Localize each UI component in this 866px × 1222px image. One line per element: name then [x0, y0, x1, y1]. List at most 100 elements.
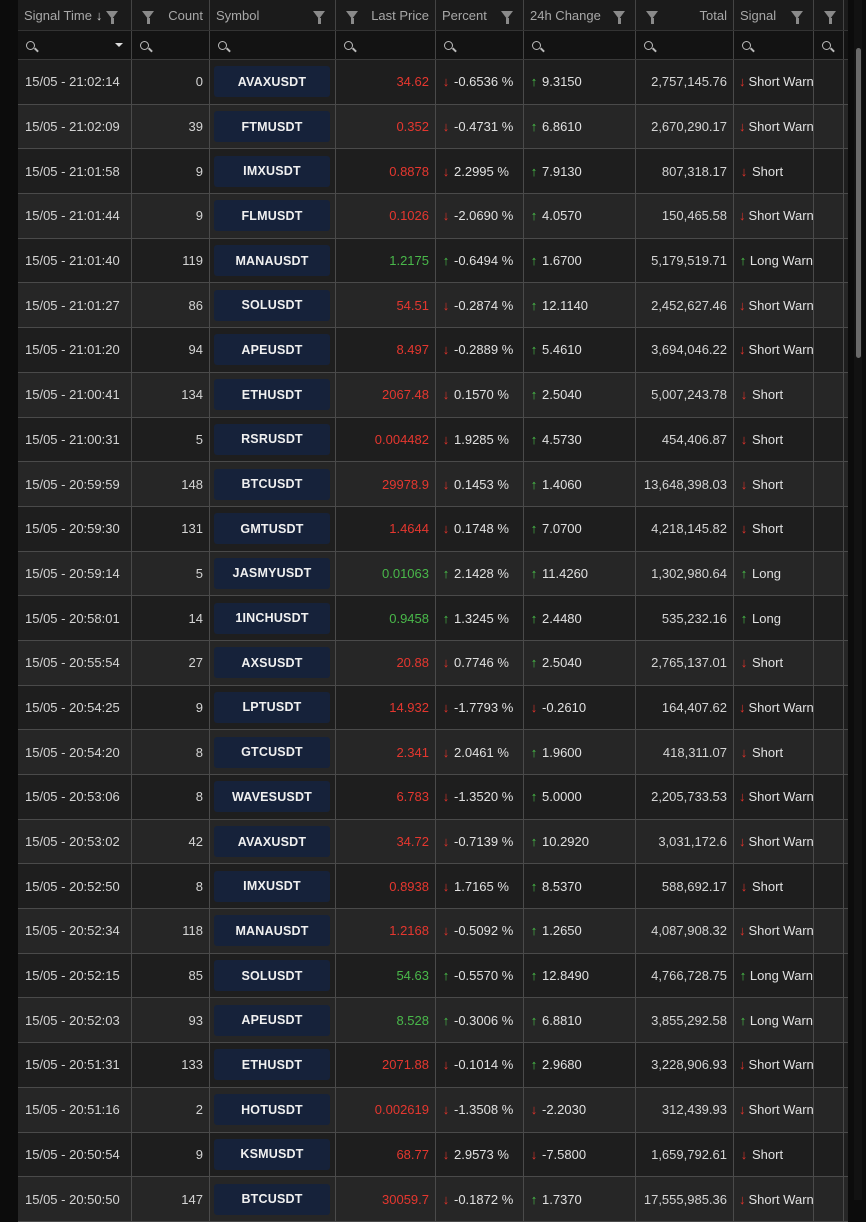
symbol-badge[interactable]: GTCUSDT — [214, 736, 330, 768]
sort-desc-icon[interactable]: ↓ — [96, 8, 103, 23]
table-row[interactable]: 15/05 - 21:01:20 94 APEUSDT 8.497 ↓ -0.2889 %… — [18, 328, 848, 373]
col-header-total[interactable]: Total — [636, 0, 734, 30]
arrow-down-icon: ↓ — [740, 387, 748, 403]
chevron-down-icon[interactable] — [115, 43, 123, 47]
cell-total: 535,232.16 — [636, 596, 734, 640]
signal-value: Short Warn — [748, 1102, 814, 1118]
symbol-badge[interactable]: AXSUSDT — [214, 647, 330, 679]
table-row[interactable]: 15/05 - 21:01:27 86 SOLUSDT 54.51 ↓ -0.2874 %… — [18, 283, 848, 329]
symbol-badge[interactable]: GMTUSDT — [214, 513, 330, 545]
table-body: 15/05 - 21:02:14 0 AVAXUSDT 34.62 ↓ -0.6536 %… — [18, 60, 848, 1222]
table-row[interactable]: 15/05 - 20:51:16 2 HOTUSDT 0.002619 ↓ -1.3508… — [18, 1087, 848, 1133]
symbol-badge[interactable]: FTMUSDT — [214, 111, 330, 143]
filter-signal[interactable] — [734, 31, 814, 59]
funnel-icon[interactable] — [646, 11, 658, 24]
filter-count[interactable] — [132, 31, 210, 59]
col-header-extra[interactable] — [814, 0, 844, 30]
table-row[interactable]: 15/05 - 20:51:31 133 ETHUSDT 2071.88 ↓ -0.101… — [18, 1043, 848, 1088]
funnel-icon[interactable] — [824, 11, 836, 24]
col-header-percent[interactable]: Percent — [436, 0, 524, 30]
arrow-down-icon: ↓ — [442, 163, 450, 179]
table-row[interactable]: 15/05 - 20:54:20 8 GTCUSDT 2.341 ↓ 2.0461 % ↑ 1… — [18, 730, 848, 775]
table-row[interactable]: 15/05 - 20:54:25 9 LPTUSDT 14.932 ↓ -1.7793 %… — [18, 685, 848, 731]
symbol-badge[interactable]: APEUSDT — [214, 1004, 330, 1036]
symbol-badge[interactable]: HOTUSDT — [214, 1094, 330, 1126]
symbol-badge[interactable]: WAVESUSDT — [214, 781, 330, 813]
symbol-badge[interactable]: FLMUSDT — [214, 200, 330, 232]
symbol-badge[interactable]: BTCUSDT — [214, 1183, 330, 1215]
symbol-badge[interactable]: APEUSDT — [214, 334, 330, 366]
symbol-badge[interactable]: KSMUSDT — [214, 1138, 330, 1170]
table-row[interactable]: 15/05 - 20:52:15 85 SOLUSDT 54.63 ↑ -0.5570 %… — [18, 953, 848, 999]
symbol-badge[interactable]: LPTUSDT — [214, 691, 330, 723]
cell-extra — [814, 953, 844, 998]
cell-signal: ↑ Long Warn — [734, 238, 814, 283]
table-row[interactable]: 15/05 - 21:01:40 119 MANAUSDT 1.2175 ↑ -0.649… — [18, 238, 848, 284]
scrollbar-thumb[interactable] — [856, 48, 861, 358]
filter-last-price[interactable] — [336, 31, 436, 59]
table-row[interactable]: 15/05 - 20:50:54 9 KSMUSDT 68.77 ↓ 2.9573 % ↓ -… — [18, 1132, 848, 1178]
symbol-badge[interactable]: 1INCHUSDT — [214, 602, 330, 634]
cell-count: 39 — [132, 104, 210, 149]
symbol-badge[interactable]: BTCUSDT — [214, 468, 330, 500]
table-row[interactable]: 15/05 - 20:52:50 8 IMXUSDT 0.8938 ↓ 1.7165 % ↑… — [18, 864, 848, 910]
table-row[interactable]: 15/05 - 21:00:31 5 RSRUSDT 0.004482 ↓ 1.9285 … — [18, 417, 848, 463]
filter-24h-change[interactable] — [524, 31, 636, 59]
col-title-24h-change: 24h Change — [530, 7, 601, 23]
filter-symbol[interactable] — [210, 31, 336, 59]
filter-extra[interactable] — [814, 31, 844, 59]
col-header-last-price[interactable]: Last Price — [336, 0, 436, 30]
table-row[interactable]: 15/05 - 20:58:01 14 1INCHUSDT 0.9458 ↑ 1.3245… — [18, 596, 848, 641]
cell-signal: ↑ Long Warn — [734, 998, 814, 1043]
signal-value: Short — [752, 163, 784, 179]
table-row[interactable]: 15/05 - 21:01:44 9 FLMUSDT 0.1026 ↓ -2.0690 %… — [18, 194, 848, 239]
symbol-badge[interactable]: MANAUSDT — [214, 915, 330, 947]
cell-total: 13,648,398.03 — [636, 462, 734, 506]
table-row[interactable]: 15/05 - 20:52:34 118 MANAUSDT 1.2168 ↓ -0.509… — [18, 909, 848, 954]
funnel-icon[interactable] — [106, 11, 119, 24]
table-row[interactable]: 15/05 - 20:59:30 131 GMTUSDT 1.4644 ↓ 0.1748 … — [18, 506, 848, 552]
funnel-icon[interactable] — [613, 11, 625, 24]
table-row[interactable]: 15/05 - 20:59:14 5 JASMYUSDT 0.01063 ↑ 2.1428… — [18, 551, 848, 597]
funnel-icon[interactable] — [791, 11, 803, 24]
cell-signal-time: 15/05 - 20:54:20 — [18, 730, 132, 774]
symbol-badge[interactable]: JASMYUSDT — [214, 557, 330, 589]
col-header-24h-change[interactable]: 24h Change — [524, 0, 636, 30]
symbol-badge[interactable]: AVAXUSDT — [214, 826, 330, 858]
percent-value: -0.7139 % — [454, 834, 514, 850]
table-row[interactable]: 15/05 - 20:52:03 93 APEUSDT 8.528 ↑ -0.3006 %… — [18, 998, 848, 1044]
symbol-badge[interactable]: SOLUSDT — [214, 289, 330, 321]
col-header-signal[interactable]: Signal — [734, 0, 814, 30]
filter-total[interactable] — [636, 31, 734, 59]
symbol-badge[interactable]: MANAUSDT — [214, 245, 330, 277]
col-header-signal-time[interactable]: Signal Time ↓ — [18, 0, 132, 30]
table-row[interactable]: 15/05 - 20:55:54 27 AXSUSDT 20.88 ↓ 0.7746 % ↑… — [18, 640, 848, 686]
funnel-icon[interactable] — [346, 11, 358, 24]
col-header-count[interactable]: Count — [132, 0, 210, 30]
table-row[interactable]: 15/05 - 21:02:09 39 FTMUSDT 0.352 ↓ -0.4731 %… — [18, 104, 848, 150]
cell-symbol: APEUSDT — [210, 328, 336, 372]
arrow-down-icon: ↓ — [442, 655, 450, 671]
cell-count: 93 — [132, 998, 210, 1043]
filter-signal-time[interactable] — [18, 31, 132, 59]
symbol-badge[interactable]: IMXUSDT — [214, 155, 330, 187]
funnel-icon[interactable] — [313, 11, 325, 24]
table-row[interactable]: 15/05 - 20:53:06 8 WAVESUSDT 6.783 ↓ -1.3520 … — [18, 775, 848, 820]
symbol-badge[interactable]: RSRUSDT — [214, 423, 330, 455]
table-row[interactable]: 15/05 - 20:59:59 148 BTCUSDT 29978.9 ↓ 0.1453… — [18, 462, 848, 507]
filter-percent[interactable] — [436, 31, 524, 59]
table-row[interactable]: 15/05 - 21:02:14 0 AVAXUSDT 34.62 ↓ -0.6536 %… — [18, 60, 848, 105]
symbol-badge[interactable]: AVAXUSDT — [214, 66, 330, 98]
table-row[interactable]: 15/05 - 21:00:41 134 ETHUSDT 2067.48 ↓ 0.1570… — [18, 372, 848, 418]
table-row[interactable]: 15/05 - 20:53:02 42 AVAXUSDT 34.72 ↓ -0.7139 … — [18, 819, 848, 865]
funnel-icon[interactable] — [142, 11, 154, 24]
symbol-badge[interactable]: SOLUSDT — [214, 960, 330, 992]
symbol-badge[interactable]: ETHUSDT — [214, 379, 330, 411]
funnel-icon[interactable] — [501, 11, 513, 24]
col-header-symbol[interactable]: Symbol — [210, 0, 336, 30]
symbol-badge[interactable]: IMXUSDT — [214, 870, 330, 902]
table-row[interactable]: 15/05 - 21:01:58 9 IMXUSDT 0.8878 ↓ 2.2995 % ↑… — [18, 149, 848, 195]
cell-total: 2,670,290.17 — [636, 104, 734, 149]
change-value: -2.2030 — [542, 1102, 587, 1118]
symbol-badge[interactable]: ETHUSDT — [214, 1049, 330, 1081]
